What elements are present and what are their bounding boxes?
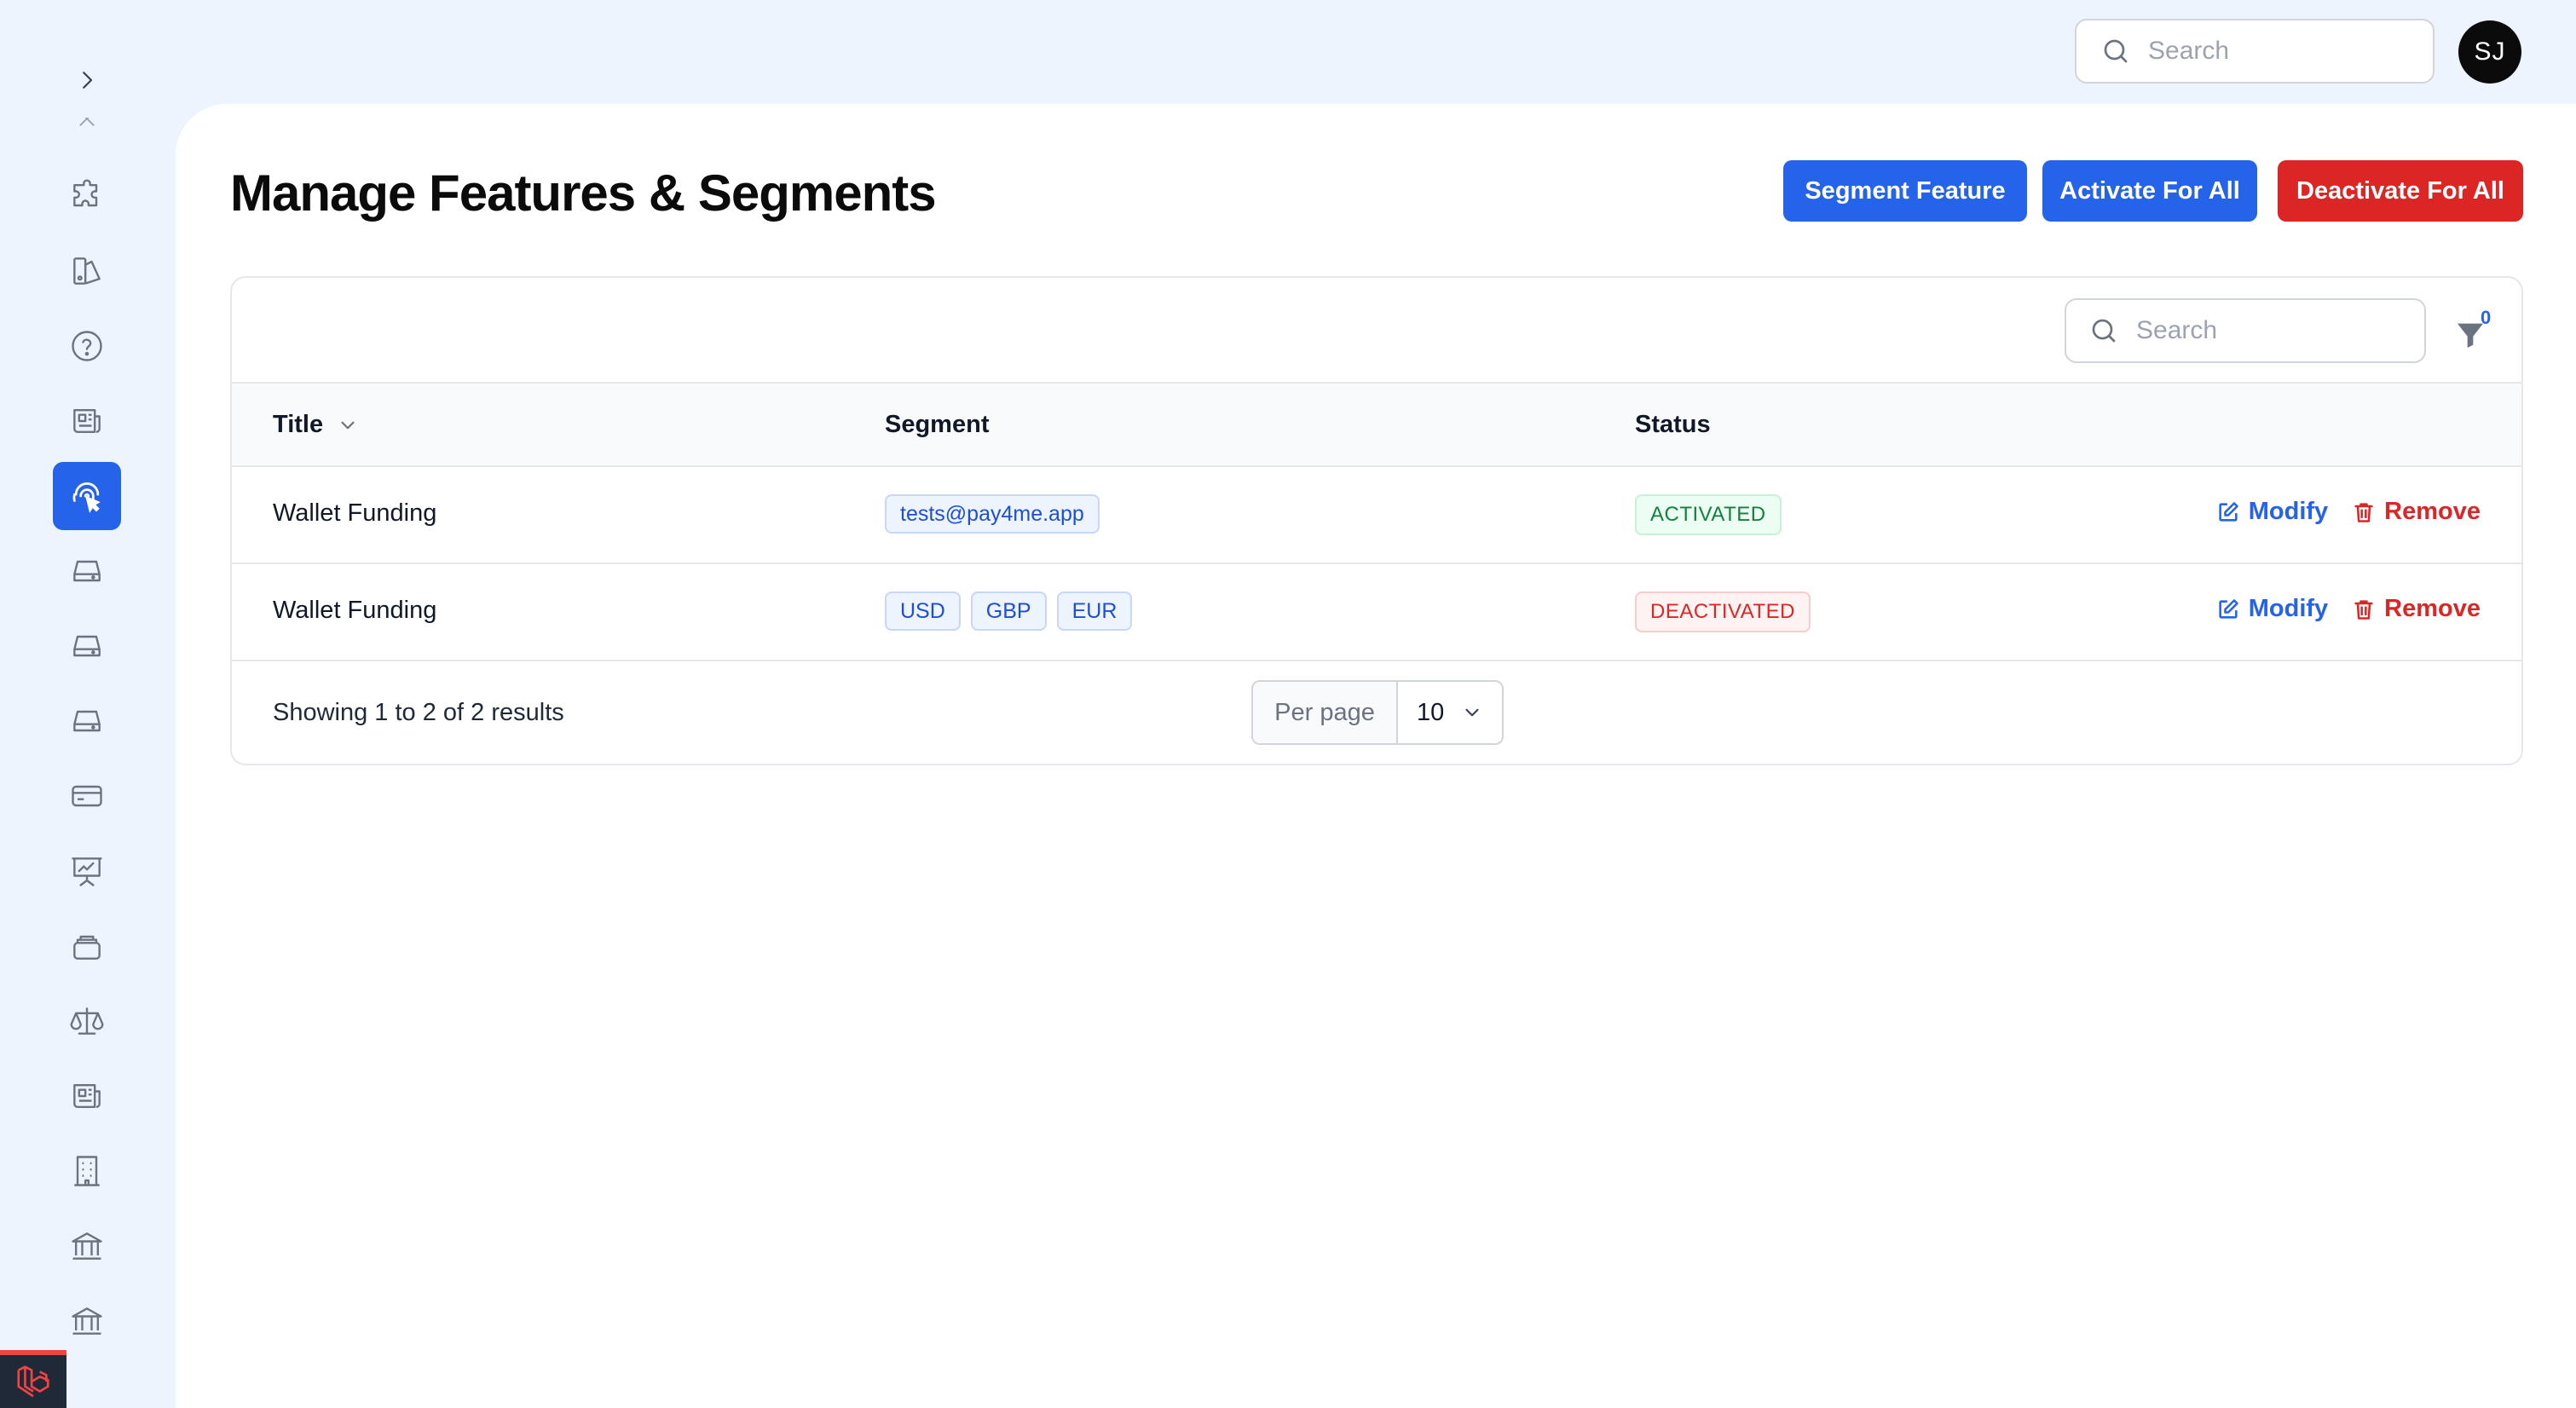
hard-drive-icon	[73, 710, 101, 732]
segment-chips: tests@pay4me.app	[885, 494, 1100, 534]
table-row: Wallet Funding USD GBP EUR DEACTIVATED M…	[232, 564, 2521, 661]
sidebar-item-collections[interactable]	[53, 912, 121, 980]
search-icon	[2104, 39, 2128, 63]
global-search[interactable]	[2075, 19, 2434, 84]
partially-hidden-icon	[75, 118, 99, 135]
per-page-value: 10	[1417, 698, 1445, 726]
presentation-chart-icon	[72, 857, 102, 886]
bank-icon	[72, 1307, 102, 1335]
column-header-title[interactable]: Title	[273, 411, 359, 439]
building-icon	[74, 1156, 100, 1186]
filter-button[interactable]: 0	[2450, 307, 2498, 358]
sidebar-item-analytics[interactable]	[53, 837, 121, 905]
newspaper-icon	[73, 1083, 101, 1109]
column-header-segment: Segment	[885, 411, 989, 439]
segment-chips: USD GBP EUR	[885, 591, 1133, 631]
column-segment-label: Segment	[885, 411, 990, 438]
sidebar-item-reports[interactable]	[53, 1062, 121, 1130]
sidebar-item-cards[interactable]	[53, 762, 121, 830]
segment-chip: GBP	[970, 591, 1047, 631]
segment-feature-button[interactable]: Segment Feature	[1783, 160, 2027, 222]
stack-icon	[73, 935, 101, 960]
main-content: Manage Features & Segments Segment Featu…	[176, 104, 2576, 1408]
help-circle-icon	[72, 331, 102, 361]
edit-icon	[2219, 501, 2238, 522]
table-search[interactable]	[2065, 298, 2426, 363]
results-summary: Showing 1 to 2 of 2 results	[273, 699, 564, 726]
sidebar-item-features-segments[interactable]	[53, 462, 121, 530]
search-icon	[2092, 319, 2116, 343]
segment-chip: EUR	[1056, 591, 1133, 631]
remove-label: Remove	[2384, 595, 2481, 622]
row-actions: Modify Remove	[2216, 595, 2481, 623]
sidebar-item-compliance[interactable]	[53, 987, 121, 1055]
global-search-input[interactable]	[2148, 37, 2404, 66]
sidebar-item-theme[interactable]	[53, 237, 121, 305]
remove-button[interactable]: Remove	[2352, 498, 2481, 526]
hard-drive-icon	[73, 635, 101, 657]
trash-icon	[2354, 502, 2373, 522]
per-page-label: Per page	[1253, 682, 1398, 743]
newspaper-icon	[73, 408, 101, 434]
chevron-down-icon	[1465, 708, 1479, 717]
bank-icon	[72, 1232, 102, 1260]
status-badge: DEACTIVATED	[1635, 591, 1811, 632]
credit-card-icon	[72, 785, 102, 807]
table-row: Wallet Funding tests@pay4me.app ACTIVATE…	[232, 467, 2521, 564]
chevron-down-icon	[341, 421, 355, 429]
per-page-dropdown[interactable]: 10	[1398, 682, 1502, 743]
row-actions: Modify Remove	[2216, 498, 2481, 526]
sidebar-item-organization[interactable]	[53, 1137, 121, 1205]
trash-icon	[2354, 599, 2373, 620]
sidebar-item-storage-1[interactable]	[53, 537, 121, 605]
sidebar-item-institutions[interactable]	[53, 1287, 121, 1355]
sidebar-item-banks[interactable]	[53, 1212, 121, 1280]
modify-label: Modify	[2248, 595, 2329, 622]
deactivate-for-all-button[interactable]: Deactivate For All	[2278, 160, 2523, 222]
sidebar-item-storage-3[interactable]	[53, 687, 121, 755]
sidebar-item-storage-2[interactable]	[53, 612, 121, 680]
edit-icon	[2219, 598, 2238, 619]
table-header: Title Segment Status	[232, 382, 2521, 467]
fingerprint-icon	[72, 482, 101, 514]
column-status-label: Status	[1635, 411, 1711, 438]
user-avatar[interactable]: SJ	[2458, 20, 2521, 84]
sidebar-item-help[interactable]	[53, 312, 121, 380]
sidebar-expand-button[interactable]	[68, 61, 106, 99]
feature-title: Wallet Funding	[273, 597, 437, 624]
modify-button[interactable]: Modify	[2216, 498, 2328, 526]
segment-chip: USD	[885, 591, 961, 631]
remove-button[interactable]: Remove	[2352, 595, 2481, 623]
filter-count-badge: 0	[2481, 307, 2492, 328]
laravel-debugbar-button[interactable]	[0, 1350, 66, 1408]
paint-swatch-icon	[73, 257, 101, 285]
puzzle-icon	[73, 179, 98, 207]
status-badge: ACTIVATED	[1635, 494, 1782, 535]
table-footer: Showing 1 to 2 of 2 results Per page 10	[232, 661, 2521, 764]
table-search-input[interactable]	[2136, 316, 2392, 345]
remove-label: Remove	[2384, 498, 2481, 525]
sidebar	[0, 0, 176, 1408]
sidebar-item-news[interactable]	[53, 387, 121, 455]
modify-label: Modify	[2248, 498, 2329, 525]
modify-button[interactable]: Modify	[2216, 595, 2328, 623]
segment-chip: tests@pay4me.app	[885, 494, 1100, 534]
laravel-logo-icon	[17, 1365, 49, 1398]
column-title-label: Title	[273, 411, 324, 438]
sidebar-item-features[interactable]	[53, 162, 121, 230]
scale-icon	[70, 1007, 104, 1035]
per-page-select[interactable]: Per page 10	[1251, 680, 1504, 745]
column-header-status: Status	[1635, 411, 1711, 439]
feature-title: Wallet Funding	[273, 499, 437, 527]
page-title: Manage Features & Segments	[230, 164, 937, 222]
hard-drive-icon	[73, 560, 101, 582]
features-table-card: 0 Title Segment Status Wallet Funding te…	[230, 276, 2523, 765]
chevron-right-icon	[83, 72, 93, 89]
activate-for-all-button[interactable]: Activate For All	[2042, 160, 2257, 222]
